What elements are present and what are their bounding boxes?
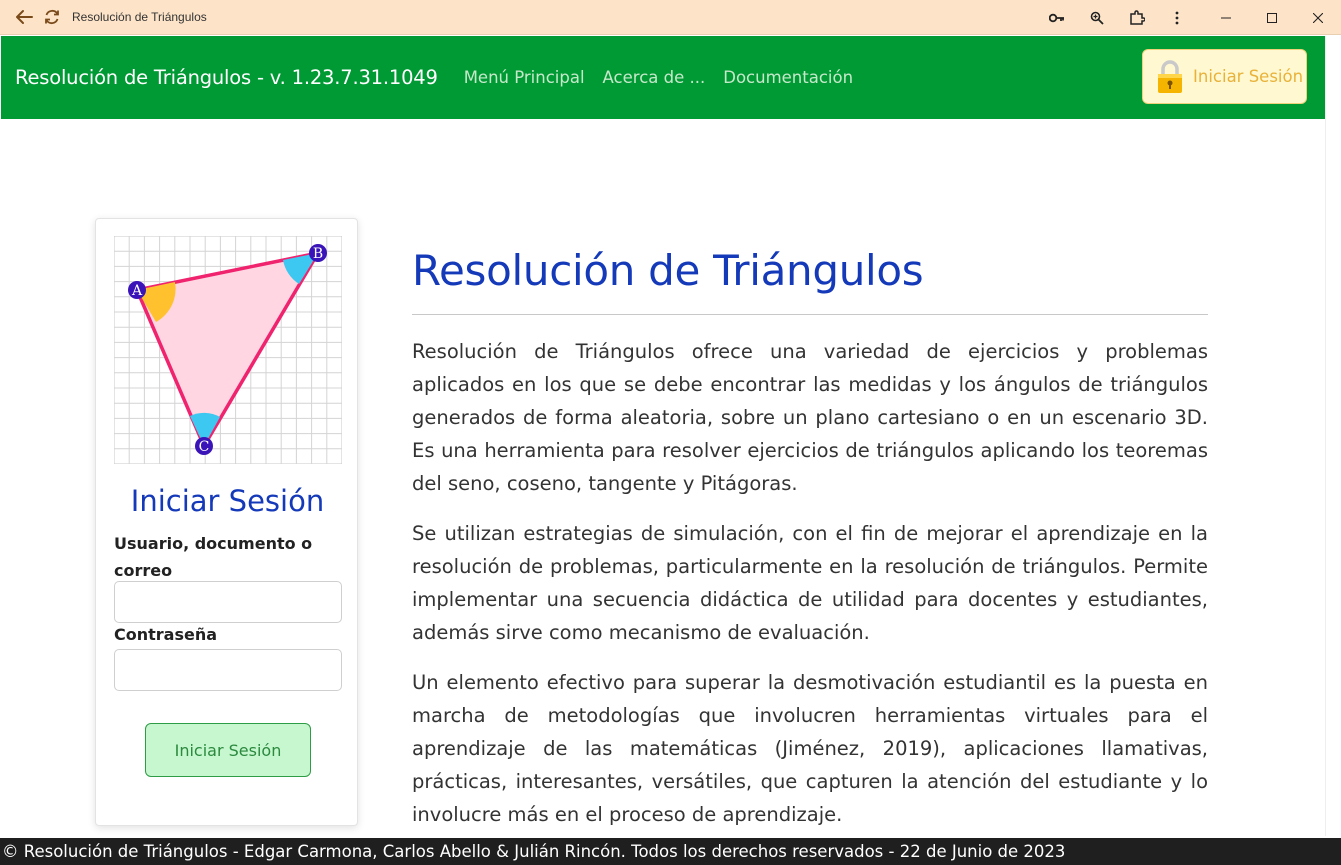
browser-titlebar: Resolución de Triángulos [0, 0, 1341, 35]
login-submit-button[interactable]: Iniciar Sesión [145, 723, 311, 777]
close-icon[interactable] [1295, 0, 1341, 35]
nav-link-menu-principal[interactable]: Menú Principal [464, 68, 585, 87]
intro-paragraph-1: Resolución de Triángulos ofrece una vari… [412, 340, 1208, 495]
nav-link-acerca-de[interactable]: Acerca de ... [603, 68, 706, 87]
title-divider [412, 314, 1208, 315]
vertical-scrollbar[interactable] [1325, 36, 1341, 836]
more-icon[interactable] [1157, 0, 1197, 35]
triangle-illustration: A B C [114, 236, 342, 464]
page-title: Resolución de Triángulos [412, 246, 924, 295]
reload-icon[interactable] [38, 0, 66, 35]
user-field-label: Usuario, documento o correo [114, 534, 313, 580]
login-card: A B C Iniciar Sesión Usuario, documento … [95, 218, 358, 826]
lock-icon [1157, 59, 1183, 94]
page-footer: © Resolución de Triángulos - Edgar Carmo… [0, 838, 1341, 865]
back-arrow-icon[interactable] [10, 0, 38, 35]
minimize-icon[interactable] [1203, 0, 1249, 35]
login-title: Iniciar Sesión [130, 484, 325, 518]
intro-paragraph-2: Se utilizan estrategias de simulación, c… [412, 522, 1208, 644]
key-icon[interactable] [1037, 0, 1077, 35]
password-field-label: Contraseña [114, 625, 218, 644]
user-input[interactable] [114, 581, 342, 623]
tab-title: Resolución de Triángulos [72, 10, 207, 24]
extensions-icon[interactable] [1117, 0, 1157, 35]
zoom-icon[interactable] [1077, 0, 1117, 35]
navbar-login-button[interactable]: Iniciar Sesión [1142, 49, 1307, 104]
password-input[interactable] [114, 649, 342, 691]
app-navbar: Resolución de Triángulos - v. 1.23.7.31.… [1, 36, 1325, 119]
vertex-b-label: B [313, 246, 323, 262]
nav-link-documentacion[interactable]: Documentación [723, 68, 853, 87]
vertex-c-label: C [199, 439, 210, 455]
intro-paragraph-3: Un elemento efectivo para superar la des… [412, 671, 1208, 826]
maximize-icon[interactable] [1249, 0, 1295, 35]
navbar-login-label: Iniciar Sesión [1193, 67, 1304, 86]
vertex-a-label: A [131, 283, 143, 299]
app-brand[interactable]: Resolución de Triángulos - v. 1.23.7.31.… [15, 66, 438, 89]
